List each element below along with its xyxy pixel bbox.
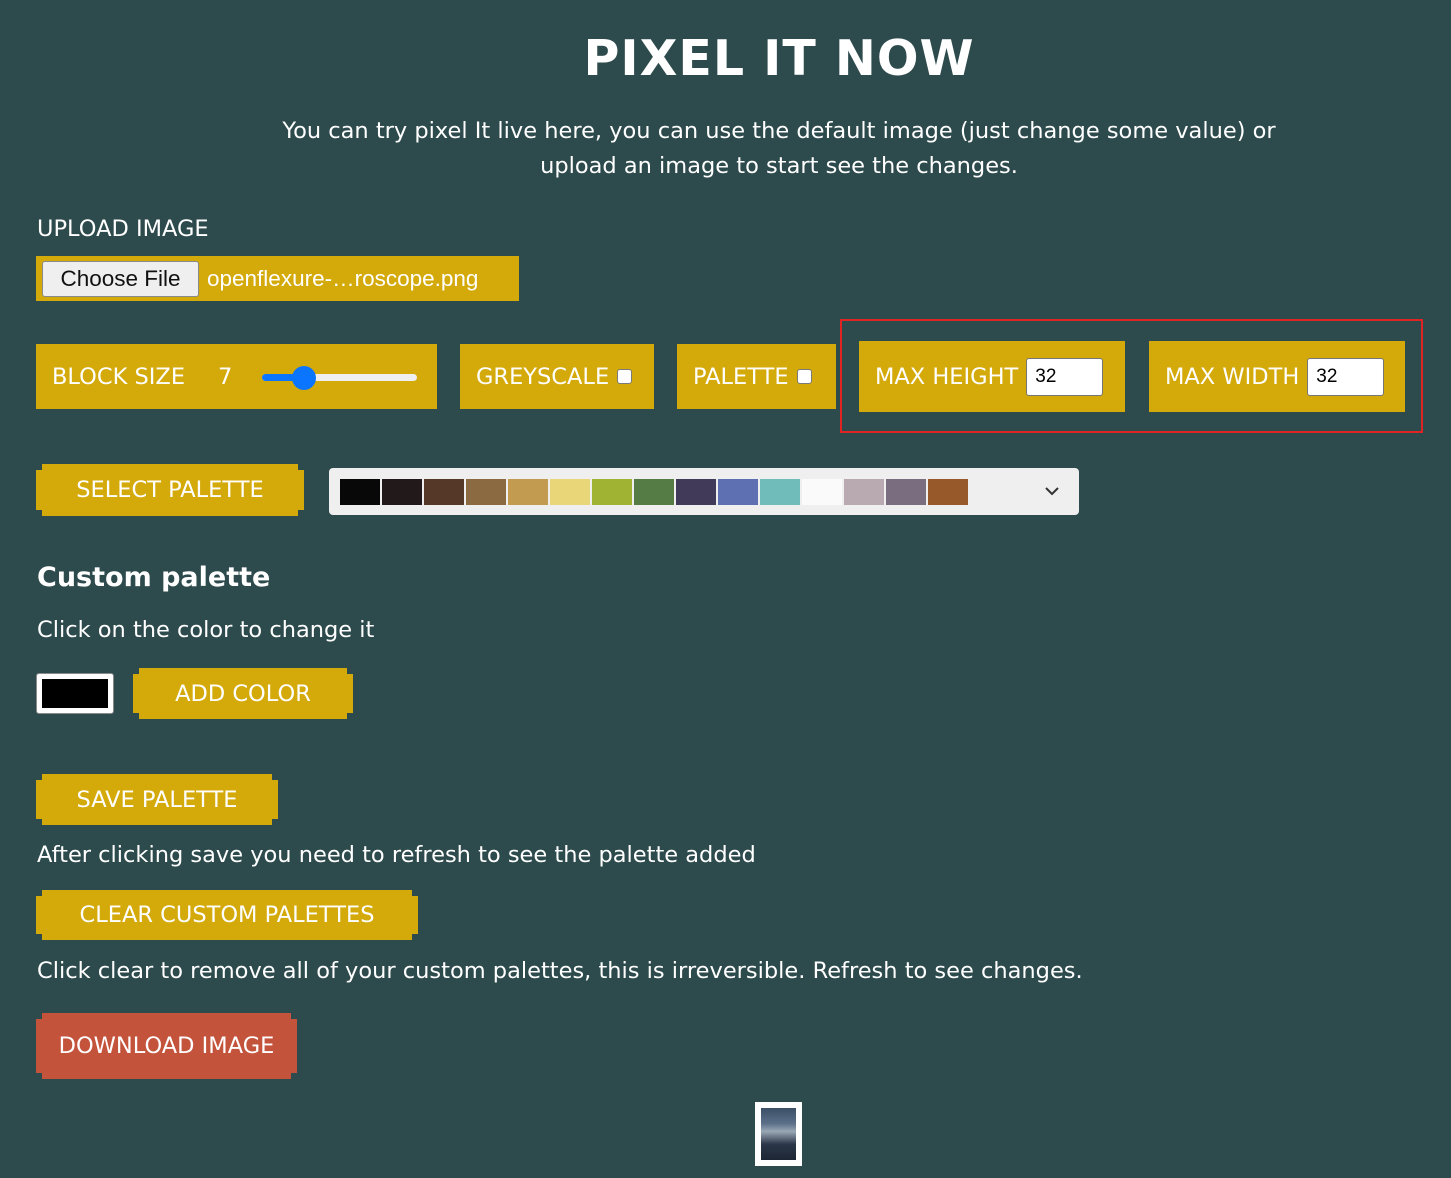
save-palette-button[interactable]: SAVE PALETTE (36, 774, 278, 825)
palette-swatch (802, 478, 842, 505)
max-width-control: MAX WIDTH 32 (1149, 341, 1405, 412)
slider-thumb[interactable] (292, 365, 317, 390)
palette-select[interactable] (329, 468, 1079, 515)
choose-file-button[interactable]: Choose File (42, 260, 199, 297)
add-color-button[interactable]: ADD COLOR (133, 668, 353, 719)
palette-swatch (550, 478, 590, 505)
custom-palette-heading: Custom palette (37, 562, 271, 593)
max-width-input[interactable]: 32 (1307, 357, 1385, 396)
palette-swatch (718, 478, 758, 505)
chevron-down-icon (1045, 487, 1059, 496)
max-height-input[interactable]: 32 (1026, 357, 1104, 396)
download-image-button[interactable]: DOWNLOAD IMAGE (36, 1013, 297, 1079)
pixelated-image-preview (755, 1102, 802, 1166)
clear-palettes-note: Click clear to remove all of your custom… (37, 958, 1083, 984)
palette-swatch (508, 478, 548, 505)
intro-text: You can try pixel It live here, you can … (282, 118, 1276, 179)
page-title: PIXEL IT NOW (583, 30, 975, 87)
file-name: openflexure-…roscope.png (207, 265, 479, 291)
preview-image (761, 1108, 796, 1160)
upload-label: UPLOAD IMAGE (37, 216, 209, 242)
palette-control: PALETTE (677, 344, 836, 409)
palette-swatch (928, 478, 968, 505)
greyscale-control: GREYSCALE (460, 344, 654, 409)
max-height-label: MAX HEIGHT (875, 363, 1019, 390)
page: PIXEL IT NOW You can try pixel It live h… (0, 0, 1451, 1178)
palette-swatch (760, 478, 800, 505)
color-picker[interactable] (36, 673, 114, 714)
max-height-control: MAX HEIGHT 32 (859, 341, 1125, 412)
greyscale-label: GREYSCALE (476, 363, 610, 390)
greyscale-checkbox[interactable] (617, 369, 633, 384)
custom-palette-instruction: Click on the color to change it (37, 617, 375, 643)
max-width-label: MAX WIDTH (1165, 363, 1300, 390)
palette-swatch (634, 478, 674, 505)
palette-label: PALETTE (693, 363, 789, 390)
save-palette-note: After clicking save you need to refresh … (37, 842, 756, 868)
color-picker-swatch (42, 679, 108, 708)
block-size-slider[interactable] (262, 365, 418, 390)
palette-checkbox[interactable] (796, 369, 812, 384)
block-size-label: BLOCK SIZE (52, 363, 186, 390)
palette-swatch (466, 478, 506, 505)
select-palette-button[interactable]: SELECT PALETTE (36, 464, 304, 516)
palette-swatch (592, 478, 632, 505)
block-size-control: BLOCK SIZE 7 (36, 344, 437, 409)
palette-swatch (424, 478, 464, 505)
palette-swatch (340, 478, 380, 505)
palette-swatches (340, 478, 970, 505)
palette-swatch (676, 478, 716, 505)
palette-swatch (382, 478, 422, 505)
block-size-value: 7 (218, 363, 233, 390)
file-upload[interactable]: Choose File openflexure-…roscope.png (36, 256, 519, 301)
palette-swatch (844, 478, 884, 505)
palette-swatch (886, 478, 926, 505)
clear-custom-palettes-button[interactable]: CLEAR CUSTOM PALETTES (36, 890, 418, 940)
